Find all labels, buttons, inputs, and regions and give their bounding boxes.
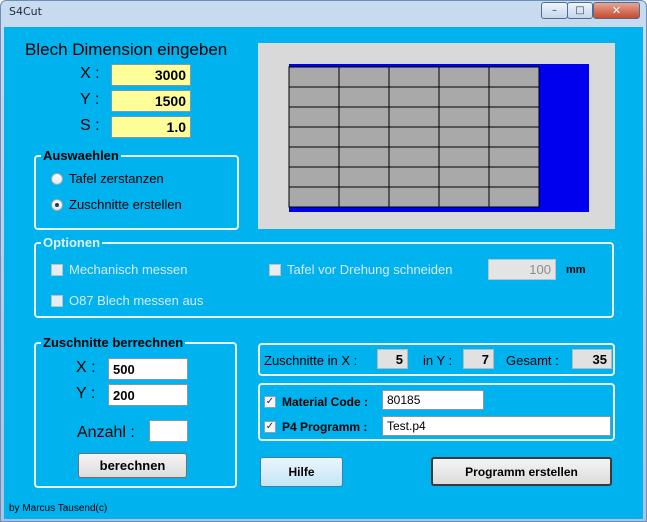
calc-count-label: Anzahl : (77, 424, 135, 441)
cut-piece (488, 126, 540, 148)
material-code-label: Material Code : (282, 395, 369, 409)
cut-piece (288, 86, 340, 108)
cut-piece (288, 186, 340, 208)
minimize-button[interactable]: – (541, 2, 568, 19)
cut-piece (438, 126, 490, 148)
client-area: Blech Dimension eingeben X : 3000 Y : 15… (4, 27, 643, 519)
cut-piece (338, 106, 390, 128)
cut-piece (388, 166, 440, 188)
material-code-input[interactable]: 80185 (382, 390, 484, 410)
cut-piece (338, 86, 390, 108)
cut-piece (438, 106, 490, 128)
turn-value-input[interactable]: 100 (488, 259, 556, 280)
sheet-preview (258, 43, 615, 229)
cut-piece (388, 126, 440, 148)
result-total-label: Gesamt : (506, 353, 559, 368)
selection-group-title: Auswaehlen (41, 148, 121, 163)
checkbox-material-code[interactable]: ✓ (264, 396, 276, 408)
cut-piece (288, 106, 340, 128)
window-title: S4Cut (9, 5, 42, 18)
cut-piece (338, 66, 390, 88)
calculate-button[interactable]: berechnen (78, 453, 187, 478)
sheet-s-label: S : (80, 117, 100, 134)
cut-piece (438, 66, 490, 88)
cut-piece (438, 186, 490, 208)
result-x-value: 5 (377, 349, 408, 369)
sheet-x-label: X : (80, 65, 100, 82)
options-group-title: Optionen (41, 235, 103, 250)
calc-x-label: X : (76, 359, 96, 376)
app-window: S4Cut – □ ✕ Blech Dimension eingeben X :… (0, 0, 647, 522)
cut-piece (438, 146, 490, 168)
maximize-button[interactable]: □ (567, 2, 593, 19)
cut-piece (388, 146, 440, 168)
sheet-y-input[interactable]: 1500 (111, 90, 191, 112)
result-y-value: 7 (463, 349, 494, 369)
checkbox-p4-programm[interactable]: ✓ (264, 421, 276, 433)
result-total-value: 35 (572, 349, 612, 369)
sheet-y-label: Y : (80, 91, 100, 108)
p4-programm-input[interactable]: Test.p4 (382, 416, 611, 436)
radio-zuschnitte-erstellen-label[interactable]: Zuschnitte erstellen (69, 197, 182, 212)
sheet-s-input[interactable]: 1.0 (111, 116, 191, 138)
calc-x-input[interactable]: 500 (108, 358, 188, 380)
checkbox-mechanisch-messen[interactable] (51, 264, 63, 276)
cut-piece (388, 186, 440, 208)
result-y-label: in Y : (423, 353, 453, 368)
cut-piece (388, 86, 440, 108)
radio-tafel-zerstanzen[interactable] (51, 173, 63, 185)
radio-tafel-zerstanzen-label[interactable]: Tafel zerstanzen (69, 171, 164, 186)
p4-programm-label: P4 Programm : (282, 420, 368, 434)
cut-piece (288, 146, 340, 168)
cut-piece (338, 186, 390, 208)
cut-piece (438, 86, 490, 108)
calc-count-input[interactable] (149, 420, 188, 442)
footer-credit: by Marcus Tausend(c) (9, 503, 108, 514)
result-x-label: Zuschnitte in X : (264, 353, 358, 368)
cut-piece (288, 166, 340, 188)
cut-piece (338, 126, 390, 148)
cut-piece (488, 106, 540, 128)
radio-zuschnitte-erstellen[interactable] (51, 199, 63, 211)
cut-piece (488, 66, 540, 88)
close-button[interactable]: ✕ (593, 2, 640, 19)
calc-group-title: Zuschnitte berrechnen (41, 335, 186, 350)
selection-group (34, 155, 239, 230)
turn-unit-label: mm (566, 264, 586, 276)
cut-piece (488, 86, 540, 108)
cut-piece (288, 66, 340, 88)
preview-canvas (288, 64, 589, 212)
help-button[interactable]: Hilfe (260, 457, 343, 487)
checkbox-o87-blech-label[interactable]: O87 Blech messen aus (69, 293, 203, 308)
checkbox-tafel-vor-drehung-label[interactable]: Tafel vor Drehung schneiden (287, 262, 453, 277)
create-program-button[interactable]: Programm erstellen (431, 457, 612, 486)
calc-y-input[interactable]: 200 (108, 384, 188, 406)
cut-piece (388, 66, 440, 88)
cut-piece (488, 146, 540, 168)
cut-piece (288, 126, 340, 148)
calc-y-label: Y : (76, 385, 96, 402)
checkbox-tafel-vor-drehung[interactable] (269, 264, 281, 276)
cut-piece (488, 186, 540, 208)
title-bar: S4Cut – □ ✕ (1, 1, 646, 23)
sheet-heading: Blech Dimension eingeben (25, 40, 228, 59)
cut-piece (388, 106, 440, 128)
checkbox-o87-blech[interactable] (51, 295, 63, 307)
checkbox-mechanisch-messen-label[interactable]: Mechanisch messen (69, 262, 188, 277)
cut-piece (338, 166, 390, 188)
cut-piece (338, 146, 390, 168)
cut-piece (438, 166, 490, 188)
cut-piece (488, 166, 540, 188)
sheet-x-input[interactable]: 3000 (111, 64, 191, 86)
